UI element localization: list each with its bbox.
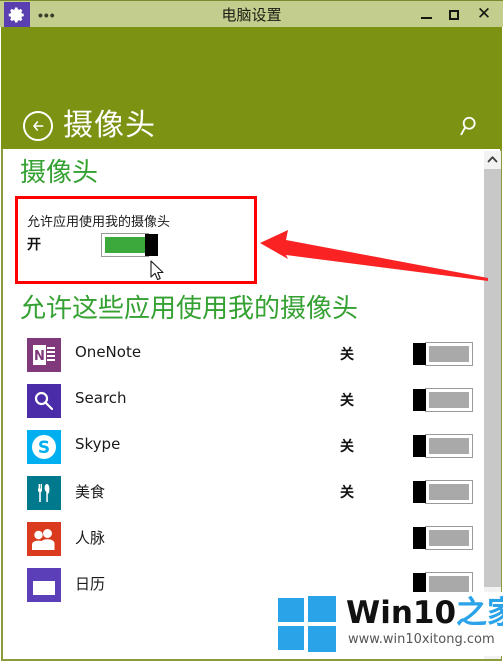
app-name: 日历 xyxy=(75,575,106,593)
toggle-thumb xyxy=(145,234,158,256)
watermark-url: www.win10xitong.com xyxy=(348,632,495,647)
maximize-button[interactable] xyxy=(441,1,467,28)
chevron-up-icon[interactable] xyxy=(484,151,501,168)
food-icon xyxy=(27,476,61,510)
app-state-label: 关 xyxy=(340,393,354,409)
camera-permission-toggle[interactable] xyxy=(101,233,160,257)
settings-content: 摄像头 允许应用使用我的摄像头 开 允许这些应用使用我的摄像头 N OneNot… xyxy=(1,149,502,661)
app-state-label: 关 xyxy=(340,347,354,363)
app-name: Skype xyxy=(75,435,121,453)
app-toggle[interactable] xyxy=(413,480,473,504)
maximize-icon xyxy=(449,9,459,20)
page-title: 摄像头 xyxy=(63,108,156,143)
watermark-brand: Win10之家 xyxy=(346,594,503,632)
table-row[interactable]: 人脉 xyxy=(3,519,500,565)
search-icon[interactable] xyxy=(460,115,482,137)
toggle-track xyxy=(425,434,473,458)
pc-settings-window: ••• 电脑设置 ✕ 摄像头 摄像头 允许应用使用我的摄像头 开 允许这些应用使… xyxy=(0,0,503,662)
app-toggle[interactable] xyxy=(413,434,473,458)
toggle-thumb xyxy=(413,527,426,549)
skype-icon: S xyxy=(27,430,61,464)
app-state-label: 关 xyxy=(340,485,354,501)
section-title-camera: 摄像头 xyxy=(20,158,99,188)
window-titlebar: ••• 电脑设置 ✕ xyxy=(0,0,503,27)
watermark: Win10之家 www.win10xitong.com xyxy=(272,592,503,656)
page-header: 摄像头 xyxy=(1,27,502,149)
svg-text:N: N xyxy=(34,349,45,364)
close-button[interactable]: ✕ xyxy=(471,1,497,28)
minimize-icon xyxy=(420,16,432,19)
toggle-thumb xyxy=(413,481,426,503)
gear-icon[interactable] xyxy=(4,2,30,27)
app-name: OneNote xyxy=(75,343,142,361)
toggle-track xyxy=(425,388,473,412)
window-menu-ellipsis[interactable]: ••• xyxy=(38,1,56,28)
toggle-thumb xyxy=(413,435,426,457)
vertical-scrollbar[interactable] xyxy=(484,151,501,659)
calendar-icon xyxy=(27,568,61,602)
watermark-brand-black: Win10 xyxy=(346,595,457,631)
app-name: Search xyxy=(75,389,127,407)
close-icon: ✕ xyxy=(476,4,492,24)
app-name: 美食 xyxy=(75,483,106,501)
windows-logo-icon xyxy=(278,596,336,652)
scrollbar-thumb[interactable] xyxy=(484,169,501,587)
back-button[interactable] xyxy=(23,111,53,141)
app-state-label: 关 xyxy=(340,439,354,455)
table-row[interactable]: 美食 关 xyxy=(3,473,500,519)
permission-label: 允许应用使用我的摄像头 xyxy=(27,215,171,230)
toggle-track xyxy=(425,526,473,550)
table-row[interactable]: Search 关 xyxy=(3,381,500,427)
permission-state-label: 开 xyxy=(27,237,41,253)
back-arrow-icon xyxy=(33,121,44,131)
table-row[interactable]: S Skype 关 xyxy=(3,427,500,473)
toggle-track xyxy=(425,342,473,366)
app-toggle[interactable] xyxy=(413,342,473,366)
section-title-allowed-apps: 允许这些应用使用我的摄像头 xyxy=(20,294,359,324)
toggle-thumb xyxy=(413,343,426,365)
toggle-thumb xyxy=(413,389,426,411)
people-icon xyxy=(27,522,61,556)
app-toggle[interactable] xyxy=(413,526,473,550)
app-name: 人脉 xyxy=(75,529,106,547)
mouse-cursor xyxy=(150,260,164,281)
toggle-track xyxy=(101,233,149,257)
table-row[interactable]: N OneNote 关 xyxy=(3,335,500,381)
minimize-button[interactable] xyxy=(413,1,439,28)
search-app-icon xyxy=(27,384,61,418)
app-permission-list: N OneNote 关 Search 关 S Skype 关 美食 关 人脉 日… xyxy=(3,335,500,611)
toggle-track xyxy=(425,480,473,504)
svg-text:S: S xyxy=(38,438,50,458)
onenote-icon: N xyxy=(27,338,61,372)
app-toggle[interactable] xyxy=(413,388,473,412)
watermark-brand-blue: 之家 xyxy=(456,595,503,631)
